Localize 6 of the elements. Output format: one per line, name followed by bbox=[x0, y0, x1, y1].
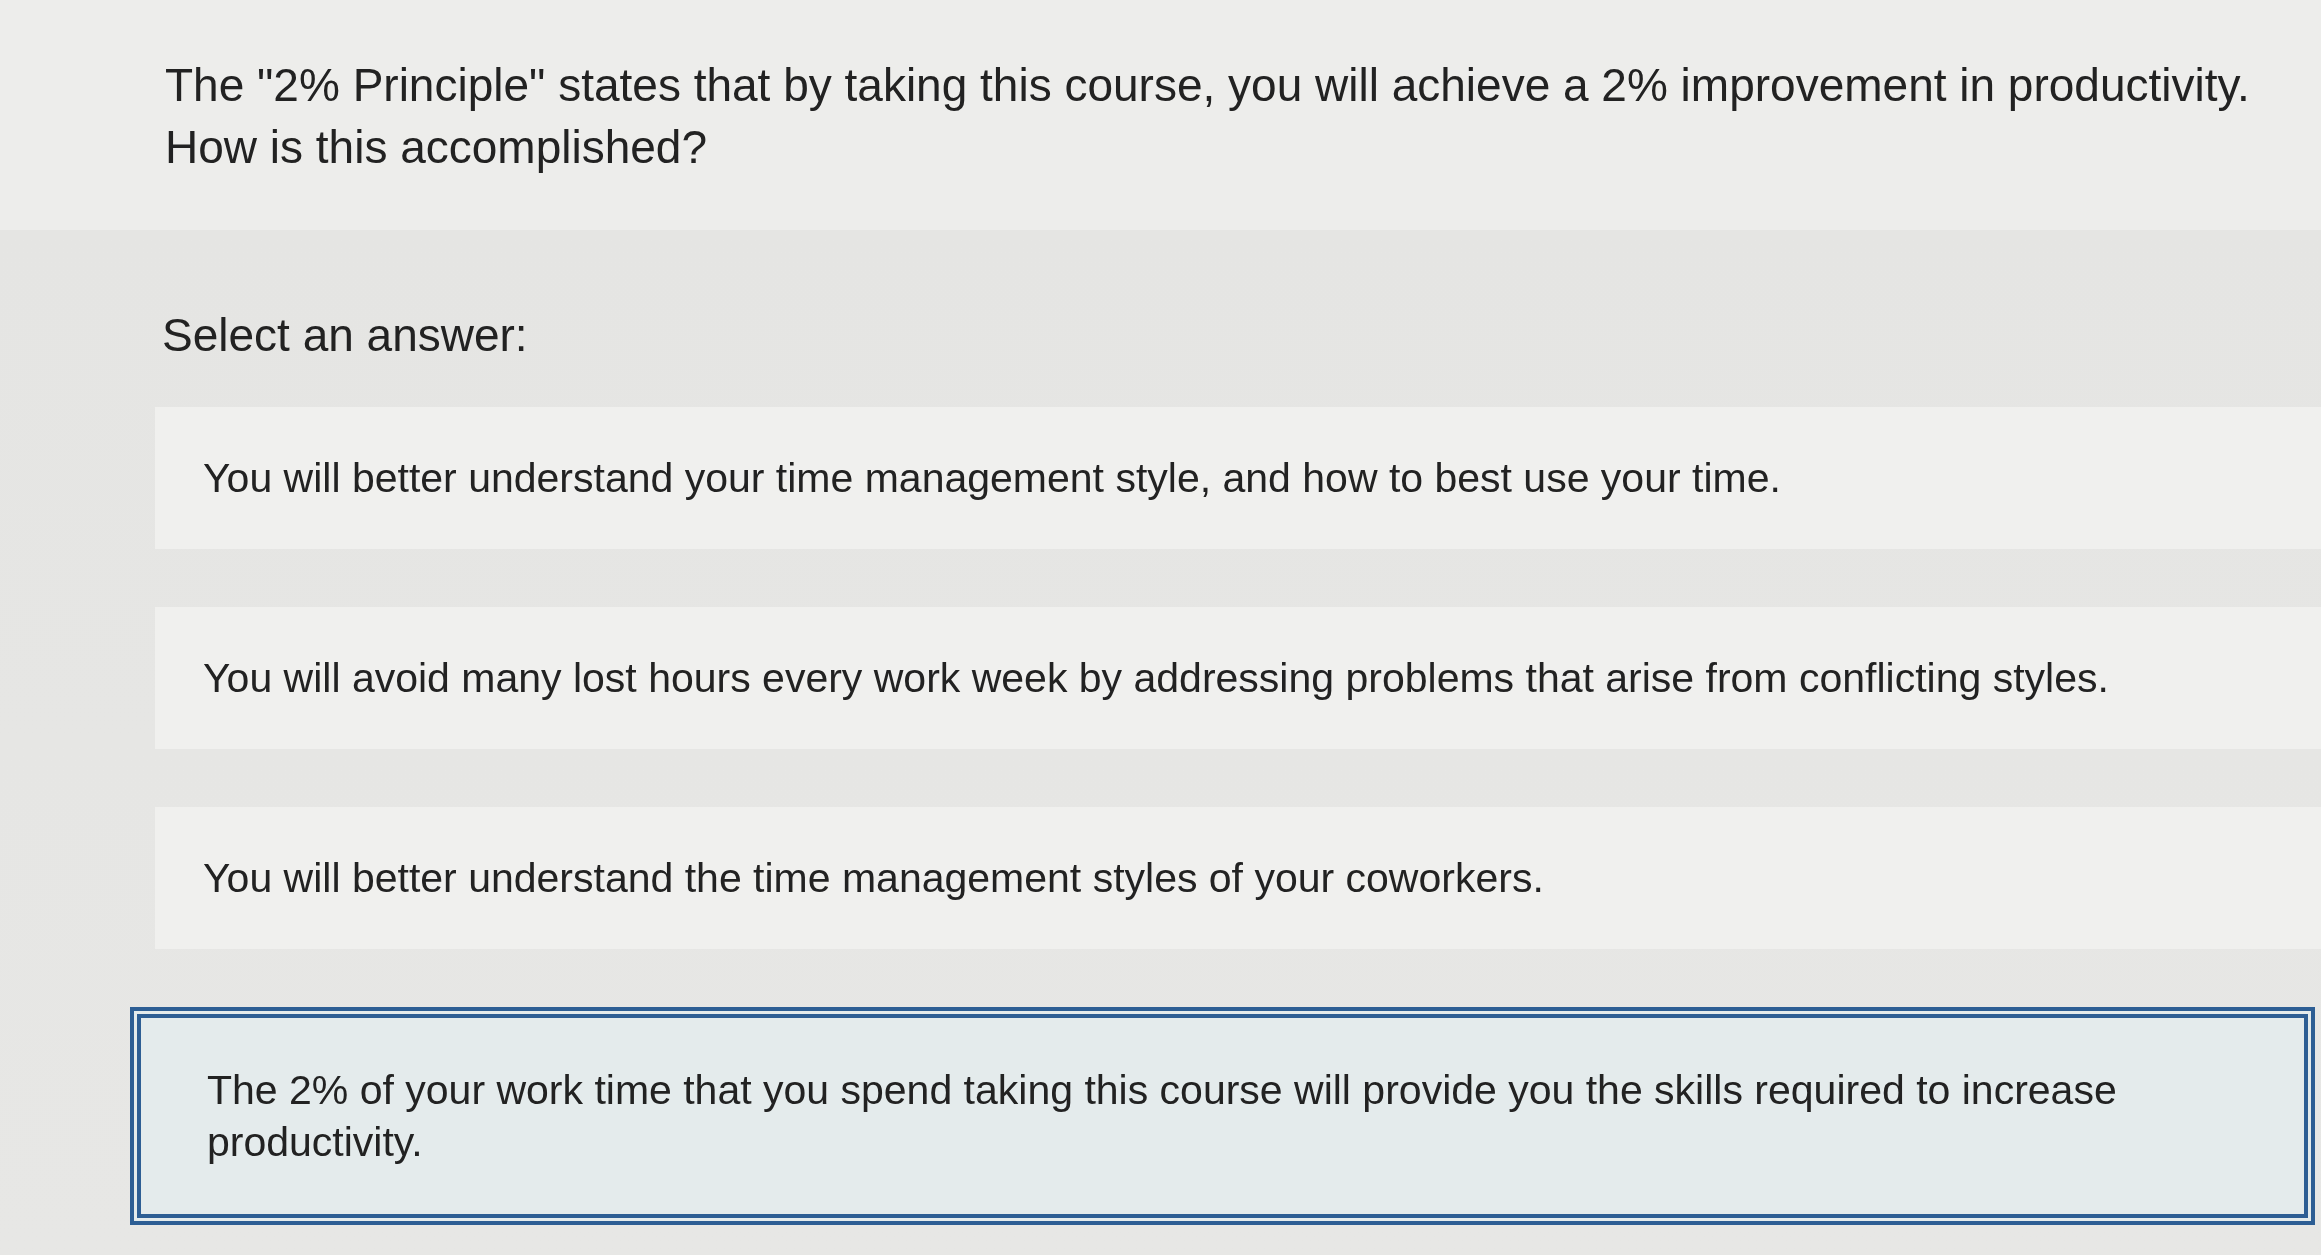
question-text: The "2% Principle" states that by taking this course, you will achieve a 2% improvement in productivity. How is this accomplished? bbox=[165, 58, 2251, 175]
select-prompt: Select an answer: bbox=[162, 308, 529, 363]
answer-option[interactable]: You will better understand the time management styles of your coworkers. bbox=[155, 807, 2321, 949]
answer-option[interactable]: You will better understand your time management style, and how to best use your time. bbox=[155, 407, 2321, 549]
answer-option[interactable]: You will avoid many lost hours every work week by addressing problems that arise from conflicting styles. bbox=[155, 607, 2321, 749]
answer-option[interactable]: The 2% of your work time that you spend taking this course will provide you the skills required to increase productivity. bbox=[130, 1007, 2315, 1225]
